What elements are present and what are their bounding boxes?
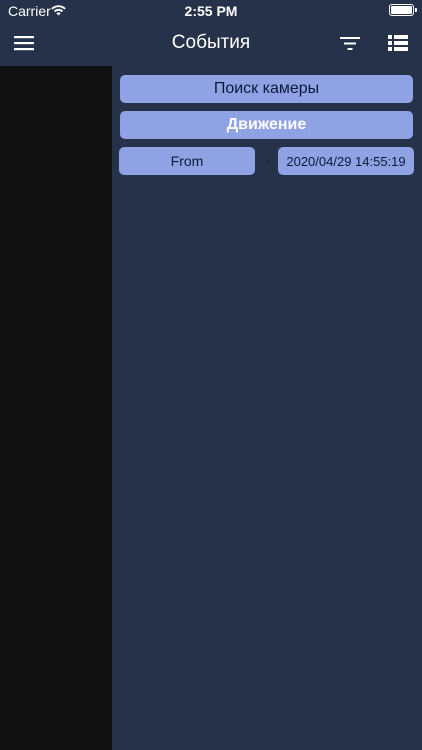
battery-icon — [389, 4, 417, 16]
events-screen: Carrier 2:55 PM События Поиск камеры Дви… — [0, 0, 422, 750]
menu-icon[interactable] — [12, 32, 36, 54]
date-from-button[interactable]: From — [119, 147, 255, 175]
filter-icon[interactable] — [338, 32, 362, 54]
event-type-button[interactable]: Движение — [120, 111, 413, 139]
list-icon[interactable] — [386, 32, 410, 54]
date-to-button[interactable]: 2020/04/29 14:55:19 — [278, 147, 414, 175]
date-range-separator: - — [264, 152, 270, 168]
status-bar: Carrier 2:55 PM — [0, 0, 422, 22]
camera-search-button[interactable]: Поиск камеры — [120, 75, 413, 103]
video-preview-panel — [0, 66, 112, 750]
nav-bar: События — [0, 22, 422, 66]
status-time: 2:55 PM — [184, 3, 238, 19]
